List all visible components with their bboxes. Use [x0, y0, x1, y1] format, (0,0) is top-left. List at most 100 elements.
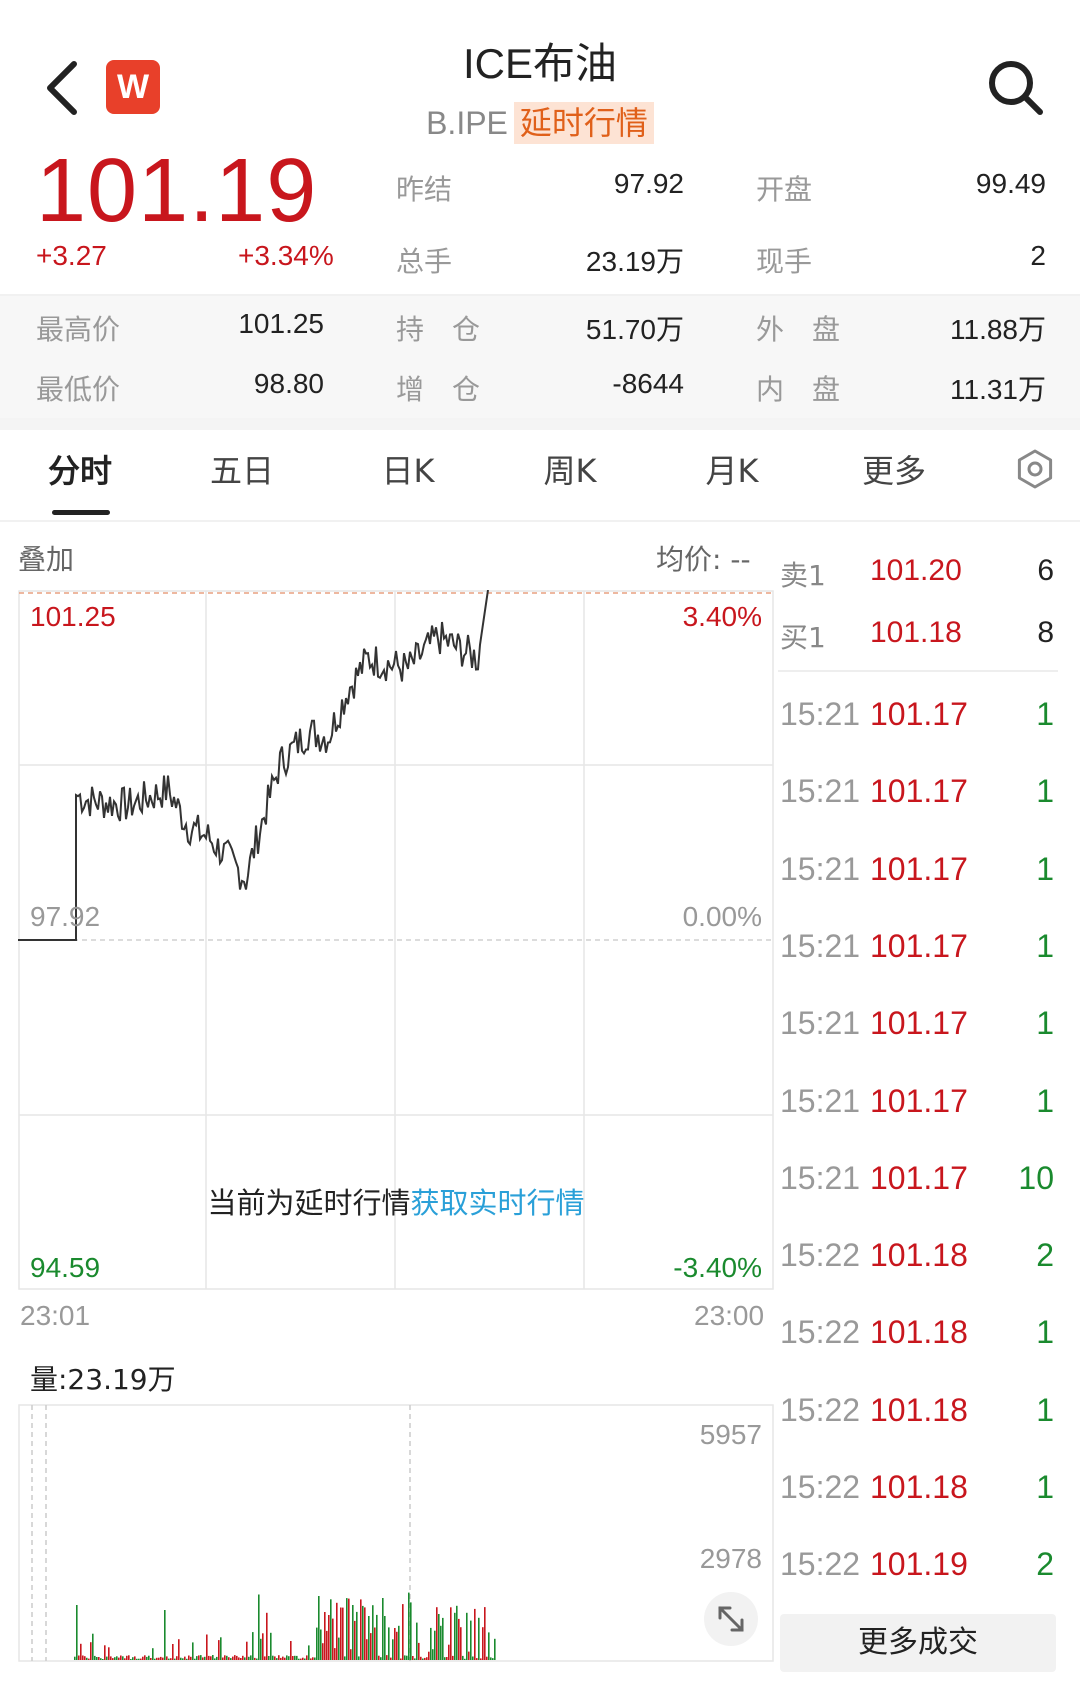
volume-bar — [336, 1602, 338, 1660]
volume-bar — [320, 1629, 322, 1660]
trade-time: 15:21 — [780, 1005, 861, 1042]
y-left-tick-low: 94.59 — [30, 1252, 100, 1283]
volume-bar — [258, 1594, 260, 1660]
volume-bar — [216, 1656, 218, 1660]
volume-bar — [348, 1598, 350, 1660]
trade-row: 15:21 101.17 1 — [780, 696, 1060, 736]
volume-bar — [486, 1656, 488, 1660]
volume-bar — [364, 1607, 366, 1660]
volume-bar — [156, 1657, 158, 1660]
more-trades-button[interactable]: 更多成交 — [780, 1614, 1056, 1672]
volume-bar — [488, 1632, 490, 1660]
volume-bar — [420, 1656, 422, 1660]
tab-daily-k[interactable]: 日K — [348, 446, 468, 492]
settings-gear-icon[interactable] — [1014, 448, 1056, 490]
volume-bar — [260, 1638, 262, 1660]
volume-bar — [492, 1658, 494, 1660]
volume-bar — [438, 1614, 440, 1660]
volume-bar — [332, 1618, 334, 1660]
average-price-label: 均价: -- — [656, 543, 751, 576]
page-title: ICE布油 — [462, 40, 617, 87]
volume-bar — [180, 1657, 182, 1660]
y-left-tick-high: 101.25 — [30, 601, 116, 632]
divider — [0, 520, 1080, 522]
volume-bar — [118, 1657, 120, 1660]
tab-intraday[interactable]: 分时 — [20, 446, 140, 492]
volume-bar — [370, 1633, 372, 1660]
volume-bar — [86, 1657, 88, 1660]
search-icon[interactable] — [986, 58, 1046, 118]
y-right-tick-low: -3.40% — [673, 1252, 762, 1283]
tab-weekly-k[interactable]: 周K — [510, 446, 630, 492]
volume-bar — [230, 1658, 232, 1660]
volume-bar — [464, 1658, 466, 1660]
volume-bar — [310, 1658, 312, 1660]
trade-price: 101.17 — [870, 927, 968, 964]
volume-bar — [182, 1658, 184, 1660]
volume-bar — [206, 1634, 208, 1660]
volume-bar — [288, 1656, 290, 1660]
volume-bar — [278, 1655, 280, 1660]
volume-bar — [172, 1644, 174, 1660]
volume-bar — [190, 1656, 192, 1660]
delayed-quote-badge: 延时行情 — [513, 102, 654, 144]
get-realtime-link[interactable]: 获取实时行情 — [411, 1186, 585, 1220]
trade-row: 15:21 101.17 1 — [780, 1005, 1060, 1045]
volume-bar — [226, 1655, 228, 1660]
volume-bar — [404, 1655, 406, 1660]
trade-qty: 1 — [1036, 1314, 1054, 1351]
stat-label-oi-change: 增 仓 — [396, 373, 481, 406]
bid-qty: 8 — [1037, 616, 1054, 649]
expand-fullscreen-icon[interactable] — [704, 1592, 758, 1646]
volume-bar — [338, 1637, 340, 1660]
volume-bar — [380, 1657, 382, 1660]
price-change-percent: +3.34% — [238, 240, 334, 271]
volume-bar — [334, 1648, 336, 1660]
volume-bar — [450, 1607, 452, 1660]
ask-label: 卖1 — [780, 559, 826, 592]
volume-tick-mid: 2978 — [700, 1543, 762, 1574]
price-change: +3.27 — [36, 240, 107, 271]
volume-bar — [212, 1655, 214, 1660]
tab-five-day[interactable]: 五日 — [182, 446, 302, 492]
volume-bar — [342, 1607, 344, 1660]
stat-value-open-interest: 51.70万 — [585, 314, 684, 345]
volume-bar — [164, 1610, 166, 1660]
volume-bar — [162, 1657, 164, 1660]
volume-bar — [98, 1657, 100, 1660]
volume-bar — [400, 1658, 402, 1660]
trade-row: 15:22 101.19 2 — [780, 1546, 1060, 1586]
ask-price: 101.20 — [870, 554, 962, 587]
stat-label-low: 最低价 — [36, 373, 121, 406]
volume-bar — [366, 1639, 368, 1660]
stat-label-volume: 总手 — [396, 245, 453, 278]
volume-bar — [174, 1658, 176, 1660]
volume-chart[interactable]: 5957 2978 — [18, 1404, 774, 1662]
volume-bar — [360, 1599, 362, 1660]
volume-bar — [362, 1605, 364, 1660]
trade-qty: 10 — [1018, 1159, 1054, 1196]
volume-bar — [414, 1658, 416, 1660]
trade-qty: 2 — [1036, 1237, 1054, 1274]
stat-value-oi-change: -8644 — [612, 368, 684, 399]
volume-bar — [484, 1607, 486, 1660]
trade-row: 15:21 101.17 10 — [780, 1160, 1060, 1200]
volume-bar — [114, 1657, 116, 1660]
volume-bar — [300, 1658, 302, 1660]
tab-monthly-k[interactable]: 月K — [672, 446, 792, 492]
trade-time: 15:22 — [780, 1546, 861, 1583]
volume-bar — [240, 1658, 242, 1660]
trade-row: 15:21 101.17 1 — [780, 773, 1060, 813]
volume-bar — [430, 1627, 432, 1660]
volume-bar — [294, 1655, 296, 1660]
volume-bar — [210, 1656, 212, 1660]
volume-frame — [18, 1404, 774, 1662]
volume-bar — [298, 1658, 300, 1660]
volume-bar — [296, 1655, 298, 1660]
volume-bar — [280, 1657, 282, 1660]
volume-bar — [436, 1607, 438, 1660]
overlay-button[interactable]: 叠加 — [18, 538, 74, 578]
volume-bar — [222, 1657, 224, 1660]
tab-more[interactable]: 更多 — [834, 446, 954, 492]
volume-bar — [266, 1612, 268, 1660]
